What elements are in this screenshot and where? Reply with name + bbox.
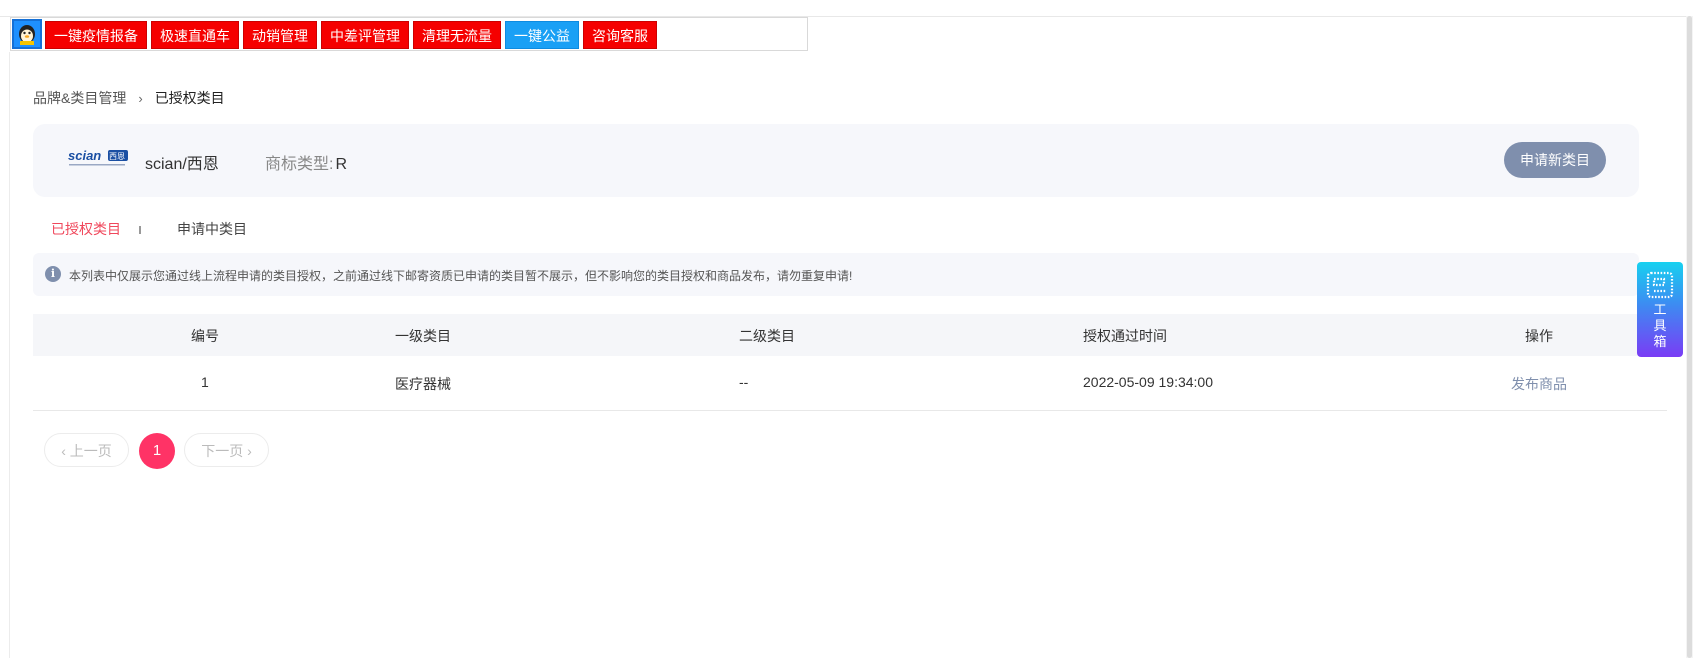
toolbar-button-review-management[interactable]: 中差评管理 — [321, 21, 409, 49]
breadcrumb-parent-link[interactable]: 品牌&类目管理 — [33, 90, 126, 106]
scrollbar-thumb[interactable] — [1687, 16, 1692, 658]
tab-pending-categories[interactable]: 申请中类目 — [177, 219, 247, 239]
table-row: 1 医疗器械 -- 2022-05-09 19:34:00 发布商品 — [33, 357, 1667, 411]
svg-text:scian: scian — [68, 148, 101, 163]
toolbox-label: 工具箱 — [1653, 302, 1667, 349]
column-header-auth-time: 授权通过时间 — [1083, 328, 1167, 344]
cell-level2: -- — [739, 374, 749, 390]
cell-auth-time: 2022-05-09 19:34:00 — [1083, 374, 1213, 390]
brand-type: 商标类型: R — [265, 150, 347, 174]
left-divider — [9, 52, 10, 658]
toolbar-button-sales-management[interactable]: 动销管理 — [243, 21, 317, 49]
chevron-right-icon: › — [243, 443, 252, 459]
toolbar-button-clean-no-traffic[interactable]: 清理无流量 — [413, 21, 501, 49]
plugin-toolbar: 一键疫情报备 极速直通车 动销管理 中差评管理 清理无流量 一键公益 咨询客服 — [10, 17, 808, 51]
plugin-avatar-icon[interactable] — [12, 19, 42, 49]
toolbar-button-charity[interactable]: 一键公益 — [505, 21, 579, 49]
next-page-button[interactable]: 下一页 › — [184, 433, 269, 467]
breadcrumb-separator: › — [138, 91, 143, 106]
category-tabs: 已授权类目 申请中类目 — [51, 219, 247, 239]
brand-logo: scian 西恩 — [65, 142, 135, 174]
info-icon: i — [45, 266, 61, 282]
toolbox-widget[interactable]: 工具箱 — [1637, 262, 1683, 357]
cell-level1: 医疗器械 — [395, 376, 451, 392]
toolbar-button-epidemic-report[interactable]: 一键疫情报备 — [45, 21, 147, 49]
breadcrumb-current: 已授权类目 — [154, 90, 225, 106]
next-page-label: 下一页 — [201, 443, 244, 459]
column-header-id: 编号 — [191, 328, 219, 344]
tab-separator — [139, 225, 141, 234]
toolbar-button-customer-service[interactable]: 咨询客服 — [583, 21, 657, 49]
breadcrumb: 品牌&类目管理 › 已授权类目 — [33, 88, 225, 108]
prev-page-button[interactable]: ‹ 上一页 — [44, 433, 129, 467]
notice-text: 本列表中仅展示您通过线上流程申请的类目授权，之前通过线下邮寄资质已申请的类目暂不… — [69, 269, 853, 283]
brand-type-value: R — [335, 156, 348, 173]
apply-new-category-button[interactable]: 申请新类目 — [1504, 142, 1606, 178]
brand-card: scian 西恩 scian/西恩 商标类型: R 申请新类目 — [33, 124, 1639, 197]
page-number-current[interactable]: 1 — [139, 433, 175, 469]
brand-name: scian/西恩 — [145, 156, 219, 173]
column-header-level2: 二级类目 — [739, 328, 795, 344]
notice-bar: i 本列表中仅展示您通过线上流程申请的类目授权，之前通过线下邮寄资质已申请的类目… — [33, 253, 1639, 296]
column-header-level1: 一级类目 — [395, 328, 451, 344]
vertical-scrollbar[interactable] — [1686, 16, 1693, 658]
prev-page-label: 上一页 — [69, 443, 112, 459]
column-header-action: 操作 — [1525, 328, 1553, 344]
tab-authorized-categories[interactable]: 已授权类目 — [51, 219, 121, 239]
toolbox-icon — [1645, 270, 1675, 300]
brand-type-label: 商标类型: — [265, 156, 334, 173]
publish-product-link[interactable]: 发布商品 — [1511, 374, 1567, 394]
table-header: 编号 一级类目 二级类目 授权通过时间 操作 — [33, 314, 1667, 356]
cell-id: 1 — [201, 374, 209, 390]
chevron-left-icon: ‹ — [61, 443, 70, 459]
toolbar-button-express-train[interactable]: 极速直通车 — [151, 21, 239, 49]
svg-text:西恩: 西恩 — [109, 152, 125, 161]
